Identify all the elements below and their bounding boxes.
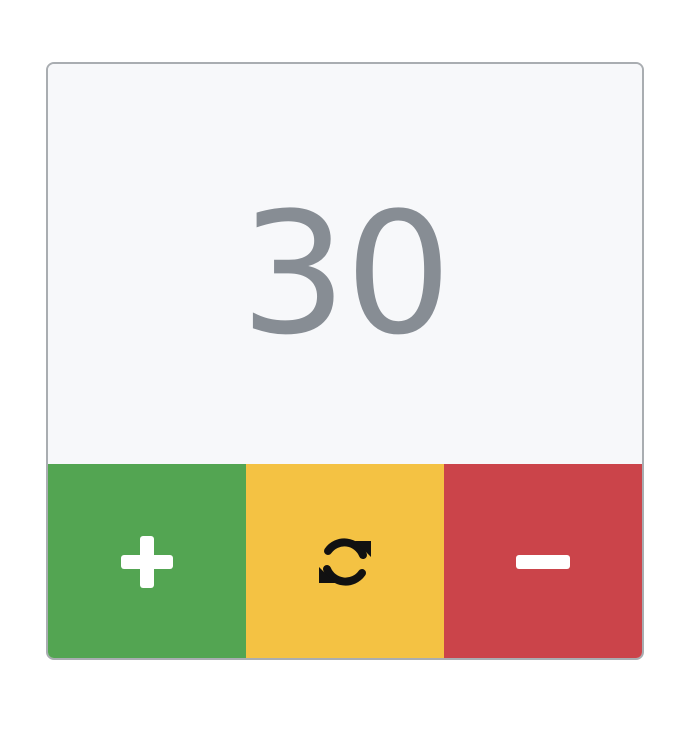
refresh-icon: [316, 533, 374, 591]
counter-controls: [48, 464, 642, 658]
increment-button[interactable]: [48, 464, 246, 658]
reset-button[interactable]: [246, 464, 444, 658]
plus-icon: [121, 536, 173, 588]
minus-icon: [516, 554, 570, 570]
counter-card: 30: [46, 62, 644, 660]
decrement-button[interactable]: [444, 464, 642, 658]
counter-value: 30: [240, 176, 452, 372]
counter-display: 30: [48, 64, 642, 464]
